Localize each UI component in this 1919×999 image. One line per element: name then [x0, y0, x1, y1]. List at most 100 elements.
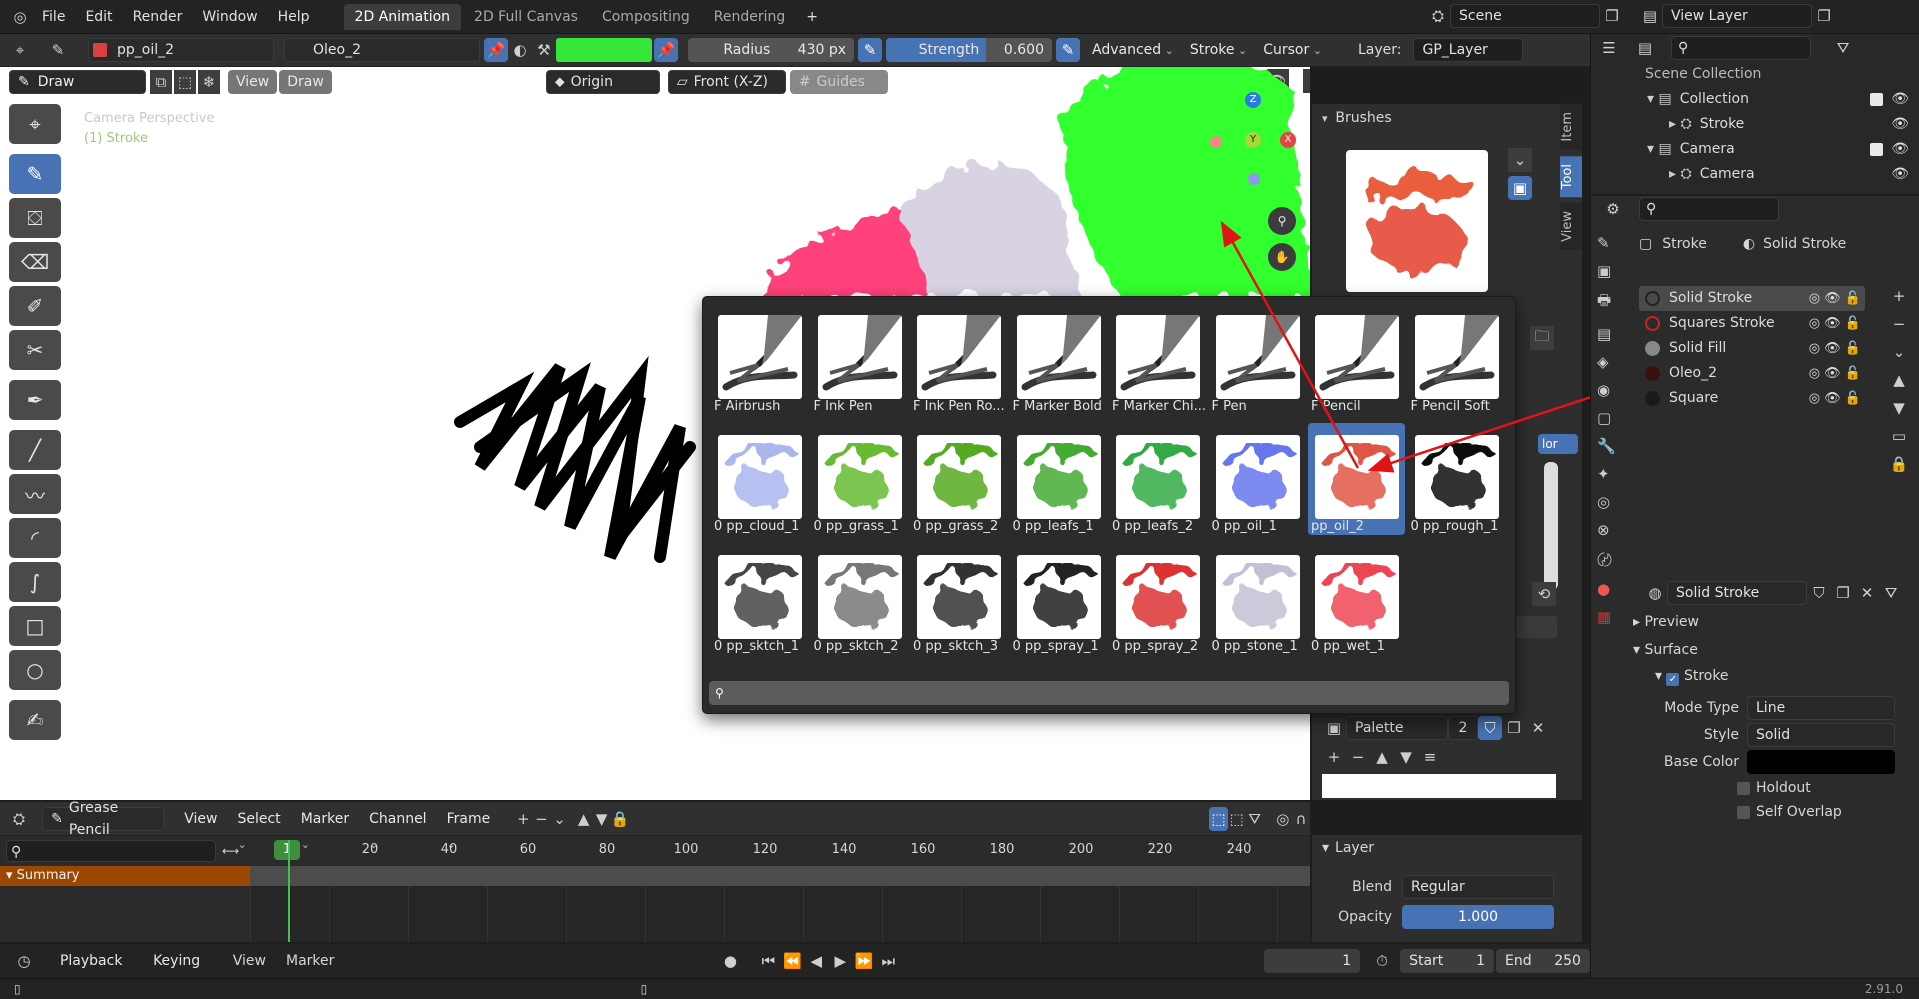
curve-icon[interactable]: ∩	[1292, 807, 1310, 831]
outliner-row[interactable]: ▸ ⛭ Stroke 👁	[1591, 112, 1919, 137]
holdout-row[interactable]: Holdout	[1737, 780, 1811, 796]
radius-pressure-icon[interactable]: ✎	[858, 38, 882, 62]
blend-dropdown[interactable]: Regular	[1402, 875, 1554, 899]
brush-item[interactable]: F Marker Chi...	[1109, 303, 1206, 415]
new-palette-icon[interactable]: ❐	[1502, 716, 1526, 740]
remove-color-icon[interactable]: −	[1346, 745, 1370, 769]
summary-channel[interactable]: ▾ Summary	[0, 866, 250, 886]
layer-dropdown-icon[interactable]: ⌄	[550, 807, 568, 831]
polyline-tool-icon[interactable]: 〰	[9, 474, 61, 514]
eye-icon[interactable]: 👁	[1891, 162, 1909, 187]
eye-icon[interactable]: 👁	[1891, 137, 1909, 162]
style-dropdown[interactable]: Solid	[1747, 723, 1895, 747]
physics-tab-icon[interactable]: ◎	[1597, 493, 1623, 511]
data-tab-icon[interactable]: 〄	[1597, 549, 1623, 570]
unlink-palette-icon[interactable]: ✕	[1526, 716, 1550, 740]
filter-icon[interactable]: ⛛	[1879, 581, 1903, 605]
tab-view[interactable]: View	[1560, 202, 1582, 250]
scene-icon[interactable]: ⛭	[1426, 4, 1450, 28]
stroke-subpanel[interactable]: ▾ ✓ Stroke	[1655, 668, 1729, 686]
vertex-color-icon[interactable]: ⚒	[532, 38, 556, 62]
current-frame-indicator[interactable]: 1	[274, 840, 300, 860]
cursor-tool-icon[interactable]: ⌖	[9, 104, 61, 144]
texture-tab-icon[interactable]: ▦	[1597, 608, 1623, 626]
slot-up-icon[interactable]: ▲	[1887, 368, 1911, 392]
new-scene-icon[interactable]: ❐	[1600, 4, 1624, 28]
slot-menu-icon[interactable]: ⌄	[1887, 340, 1911, 364]
brush-item[interactable]: F Ink Pen	[811, 303, 908, 415]
editor-type-icon[interactable]: ⛭	[10, 807, 28, 831]
brush-item[interactable]: 0 pp_spray_2	[1109, 543, 1206, 655]
brush-options-icon[interactable]: ⌄	[1508, 148, 1532, 172]
brush-item[interactable]: F Pencil Soft	[1408, 303, 1505, 415]
zoom-icon[interactable]: ⚲	[1268, 207, 1296, 235]
start-frame-field[interactable]: Start 1	[1400, 949, 1494, 973]
brush-item[interactable]: 0 pp_grass_1	[811, 423, 908, 535]
brush-item[interactable]: 0 pp_sktch_3	[910, 543, 1007, 655]
workspace-tab-0[interactable]: 2D Animation	[343, 3, 462, 30]
material-browse-icon[interactable]: ◍	[1643, 581, 1667, 605]
workspace-tab-1[interactable]: 2D Full Canvas	[463, 4, 589, 30]
timeline-filter-icon[interactable]: ⛛	[1246, 807, 1264, 831]
outliner-row[interactable]: ▾ ▤ Camera 👁	[1591, 137, 1919, 162]
remove-slot-icon[interactable]: −	[1887, 312, 1911, 336]
jump-end-icon[interactable]: ⏭	[876, 949, 900, 973]
brush-item[interactable]: 0 pp_wet_1	[1308, 543, 1405, 655]
jump-start-icon[interactable]: ⏮	[756, 949, 780, 973]
delete-keyframe-icon[interactable]: −	[532, 807, 550, 831]
fake-user-icon[interactable]: ⛉	[1478, 716, 1502, 740]
material-slot[interactable]: Square ◎ 👁 🔓	[1639, 386, 1865, 411]
curve-tool-icon[interactable]: ∫	[9, 562, 61, 602]
slot-visibility-icons[interactable]: ◎ 👁 🔓	[1809, 311, 1861, 336]
new-view-layer-icon[interactable]: ❐	[1812, 4, 1836, 28]
scene-collection-row[interactable]: Scene Collection	[1591, 62, 1919, 87]
z-axis-icon[interactable]: Z	[1245, 92, 1261, 108]
modifier-tab-icon[interactable]: 🔧	[1597, 437, 1623, 455]
move-down-icon[interactable]: ▼	[1394, 745, 1418, 769]
render-tab-icon[interactable]: ▣	[1597, 262, 1623, 280]
keying-menu[interactable]: Keying	[147, 949, 219, 973]
properties-editor-icon[interactable]: ⚙	[1601, 197, 1625, 221]
timeline-menu-marker[interactable]: Marker	[291, 807, 359, 831]
navigation-gizmo[interactable]: Z Y X ⚲ ✋	[1205, 92, 1305, 272]
brush-item[interactable]: 0 pp_sktch_1	[711, 543, 808, 655]
unlink-material-icon[interactable]: ✕	[1855, 581, 1879, 605]
menu-edit[interactable]: Edit	[75, 0, 122, 34]
object-tab-icon[interactable]: ▢	[1597, 409, 1623, 427]
brush-item[interactable]: 0 pp_grass_2	[910, 423, 1007, 535]
value-slider[interactable]	[1544, 462, 1558, 590]
outliner-row[interactable]: ▾ ▤ Collection 👁	[1591, 87, 1919, 112]
surface-panel[interactable]: ▾ Surface	[1633, 642, 1698, 658]
move-layer-up-icon[interactable]: ▲	[575, 807, 593, 831]
menu-file[interactable]: File	[32, 0, 75, 34]
base-color-swatch[interactable]	[1747, 750, 1895, 774]
play-icon[interactable]: ▶	[828, 949, 852, 973]
cursor-dropdown[interactable]: Cursor	[1257, 38, 1328, 62]
pan-hand-icon[interactable]: ✋	[1268, 243, 1296, 271]
mode-type-dropdown[interactable]: Line	[1747, 696, 1895, 720]
slot-display-icon[interactable]: ▭	[1887, 424, 1911, 448]
output-tab-icon[interactable]: 🖶	[1597, 290, 1623, 315]
brush-item[interactable]: pp_oil_2	[1308, 423, 1405, 535]
only-selected-icon[interactable]: ⬚	[1209, 806, 1228, 831]
slot-down-icon[interactable]: ▼	[1887, 396, 1911, 420]
timeline-menu-view[interactable]: View	[174, 807, 227, 831]
y-axis-icon[interactable]: Y	[1245, 132, 1261, 148]
outliner-search-input[interactable]: ⚲	[1671, 36, 1811, 60]
swap-colors-icon[interactable]: ⟲	[1532, 582, 1556, 606]
view-layer-tab-icon[interactable]: ▤	[1597, 325, 1623, 343]
keyframe-area[interactable]	[250, 886, 1310, 942]
tab-tool[interactable]: Tool	[1560, 155, 1582, 197]
lock-icon[interactable]: 🔒	[611, 807, 630, 831]
workspace-tab-2[interactable]: Compositing	[591, 4, 701, 30]
brush-item[interactable]: F Marker Bold	[1010, 303, 1107, 415]
view-menu[interactable]: View	[233, 953, 266, 969]
brush-item[interactable]: 0 pp_cloud_1	[711, 423, 808, 535]
scene-tab-icon[interactable]: ◈	[1597, 353, 1623, 371]
eyedropper-tool-icon[interactable]: ✒	[9, 380, 61, 420]
menu-window[interactable]: Window	[192, 0, 267, 34]
brush-item[interactable]: 0 pp_leafs_2	[1109, 423, 1206, 535]
jump-key-forward-icon[interactable]: ⏩	[852, 949, 876, 973]
self-overlap-checkbox[interactable]	[1737, 805, 1750, 819]
view-layer-icon[interactable]: ▤	[1638, 4, 1662, 28]
